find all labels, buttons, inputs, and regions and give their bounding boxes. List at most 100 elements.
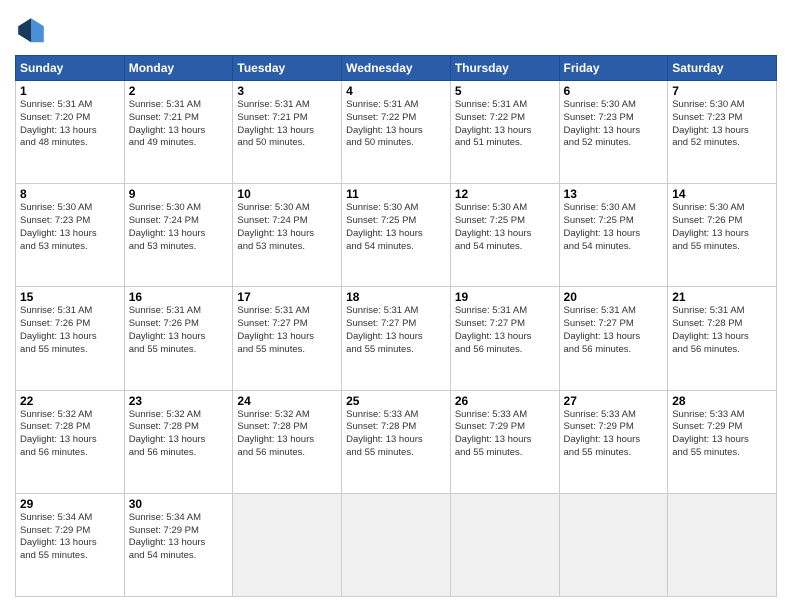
day-info: Sunrise: 5:31 AM Sunset: 7:20 PM Dayligh…	[20, 99, 120, 150]
day-info: Sunrise: 5:31 AM Sunset: 7:22 PM Dayligh…	[455, 99, 555, 150]
day-info: Sunrise: 5:30 AM Sunset: 7:23 PM Dayligh…	[672, 99, 772, 150]
day-info: Sunrise: 5:33 AM Sunset: 7:29 PM Dayligh…	[564, 409, 664, 460]
calendar-week-4: 22Sunrise: 5:32 AM Sunset: 7:28 PM Dayli…	[16, 390, 777, 493]
day-number: 6	[564, 84, 664, 98]
day-info: Sunrise: 5:30 AM Sunset: 7:24 PM Dayligh…	[129, 202, 229, 253]
day-info: Sunrise: 5:34 AM Sunset: 7:29 PM Dayligh…	[129, 512, 229, 563]
calendar-header-wednesday: Wednesday	[342, 56, 451, 81]
calendar-cell: 6Sunrise: 5:30 AM Sunset: 7:23 PM Daylig…	[559, 81, 668, 184]
day-info: Sunrise: 5:31 AM Sunset: 7:26 PM Dayligh…	[129, 305, 229, 356]
header	[15, 15, 777, 47]
day-number: 23	[129, 394, 229, 408]
day-info: Sunrise: 5:31 AM Sunset: 7:22 PM Dayligh…	[346, 99, 446, 150]
day-number: 7	[672, 84, 772, 98]
calendar-header-saturday: Saturday	[668, 56, 777, 81]
day-info: Sunrise: 5:32 AM Sunset: 7:28 PM Dayligh…	[129, 409, 229, 460]
day-number: 18	[346, 290, 446, 304]
calendar-cell: 21Sunrise: 5:31 AM Sunset: 7:28 PM Dayli…	[668, 287, 777, 390]
day-number: 17	[237, 290, 337, 304]
day-number: 14	[672, 187, 772, 201]
day-number: 12	[455, 187, 555, 201]
calendar-cell: 11Sunrise: 5:30 AM Sunset: 7:25 PM Dayli…	[342, 184, 451, 287]
calendar-cell: 30Sunrise: 5:34 AM Sunset: 7:29 PM Dayli…	[124, 493, 233, 596]
calendar-cell: 20Sunrise: 5:31 AM Sunset: 7:27 PM Dayli…	[559, 287, 668, 390]
calendar-cell: 1Sunrise: 5:31 AM Sunset: 7:20 PM Daylig…	[16, 81, 125, 184]
calendar-cell: 18Sunrise: 5:31 AM Sunset: 7:27 PM Dayli…	[342, 287, 451, 390]
day-number: 27	[564, 394, 664, 408]
day-number: 1	[20, 84, 120, 98]
day-number: 26	[455, 394, 555, 408]
day-info: Sunrise: 5:31 AM Sunset: 7:27 PM Dayligh…	[564, 305, 664, 356]
day-info: Sunrise: 5:31 AM Sunset: 7:21 PM Dayligh…	[129, 99, 229, 150]
calendar-week-2: 8Sunrise: 5:30 AM Sunset: 7:23 PM Daylig…	[16, 184, 777, 287]
calendar-cell: 3Sunrise: 5:31 AM Sunset: 7:21 PM Daylig…	[233, 81, 342, 184]
calendar-cell: 12Sunrise: 5:30 AM Sunset: 7:25 PM Dayli…	[450, 184, 559, 287]
day-info: Sunrise: 5:30 AM Sunset: 7:25 PM Dayligh…	[455, 202, 555, 253]
calendar-cell: 26Sunrise: 5:33 AM Sunset: 7:29 PM Dayli…	[450, 390, 559, 493]
day-info: Sunrise: 5:30 AM Sunset: 7:23 PM Dayligh…	[20, 202, 120, 253]
day-info: Sunrise: 5:33 AM Sunset: 7:29 PM Dayligh…	[455, 409, 555, 460]
day-number: 5	[455, 84, 555, 98]
calendar-header-row: SundayMondayTuesdayWednesdayThursdayFrid…	[16, 56, 777, 81]
calendar-table: SundayMondayTuesdayWednesdayThursdayFrid…	[15, 55, 777, 597]
day-info: Sunrise: 5:30 AM Sunset: 7:26 PM Dayligh…	[672, 202, 772, 253]
day-number: 3	[237, 84, 337, 98]
day-info: Sunrise: 5:30 AM Sunset: 7:24 PM Dayligh…	[237, 202, 337, 253]
calendar-cell: 10Sunrise: 5:30 AM Sunset: 7:24 PM Dayli…	[233, 184, 342, 287]
calendar-cell: 27Sunrise: 5:33 AM Sunset: 7:29 PM Dayli…	[559, 390, 668, 493]
day-info: Sunrise: 5:30 AM Sunset: 7:23 PM Dayligh…	[564, 99, 664, 150]
calendar-cell: 28Sunrise: 5:33 AM Sunset: 7:29 PM Dayli…	[668, 390, 777, 493]
day-number: 29	[20, 497, 120, 511]
page: SundayMondayTuesdayWednesdayThursdayFrid…	[0, 0, 792, 612]
day-info: Sunrise: 5:32 AM Sunset: 7:28 PM Dayligh…	[20, 409, 120, 460]
day-info: Sunrise: 5:34 AM Sunset: 7:29 PM Dayligh…	[20, 512, 120, 563]
calendar-cell	[668, 493, 777, 596]
day-number: 19	[455, 290, 555, 304]
calendar-cell: 2Sunrise: 5:31 AM Sunset: 7:21 PM Daylig…	[124, 81, 233, 184]
day-number: 15	[20, 290, 120, 304]
logo	[15, 15, 51, 47]
calendar-cell: 9Sunrise: 5:30 AM Sunset: 7:24 PM Daylig…	[124, 184, 233, 287]
day-info: Sunrise: 5:31 AM Sunset: 7:27 PM Dayligh…	[237, 305, 337, 356]
calendar-cell: 14Sunrise: 5:30 AM Sunset: 7:26 PM Dayli…	[668, 184, 777, 287]
calendar-header-sunday: Sunday	[16, 56, 125, 81]
calendar-cell: 25Sunrise: 5:33 AM Sunset: 7:28 PM Dayli…	[342, 390, 451, 493]
calendar-cell: 23Sunrise: 5:32 AM Sunset: 7:28 PM Dayli…	[124, 390, 233, 493]
calendar-cell: 8Sunrise: 5:30 AM Sunset: 7:23 PM Daylig…	[16, 184, 125, 287]
day-number: 30	[129, 497, 229, 511]
calendar-week-1: 1Sunrise: 5:31 AM Sunset: 7:20 PM Daylig…	[16, 81, 777, 184]
calendar-header-tuesday: Tuesday	[233, 56, 342, 81]
calendar-cell: 4Sunrise: 5:31 AM Sunset: 7:22 PM Daylig…	[342, 81, 451, 184]
day-number: 10	[237, 187, 337, 201]
day-info: Sunrise: 5:31 AM Sunset: 7:21 PM Dayligh…	[237, 99, 337, 150]
day-number: 9	[129, 187, 229, 201]
day-number: 8	[20, 187, 120, 201]
day-info: Sunrise: 5:32 AM Sunset: 7:28 PM Dayligh…	[237, 409, 337, 460]
day-number: 2	[129, 84, 229, 98]
calendar-cell: 15Sunrise: 5:31 AM Sunset: 7:26 PM Dayli…	[16, 287, 125, 390]
day-info: Sunrise: 5:30 AM Sunset: 7:25 PM Dayligh…	[564, 202, 664, 253]
day-info: Sunrise: 5:30 AM Sunset: 7:25 PM Dayligh…	[346, 202, 446, 253]
calendar-cell	[450, 493, 559, 596]
calendar-cell: 7Sunrise: 5:30 AM Sunset: 7:23 PM Daylig…	[668, 81, 777, 184]
day-info: Sunrise: 5:33 AM Sunset: 7:29 PM Dayligh…	[672, 409, 772, 460]
calendar-header-monday: Monday	[124, 56, 233, 81]
calendar-header-friday: Friday	[559, 56, 668, 81]
calendar-header-thursday: Thursday	[450, 56, 559, 81]
day-number: 16	[129, 290, 229, 304]
calendar-cell: 5Sunrise: 5:31 AM Sunset: 7:22 PM Daylig…	[450, 81, 559, 184]
calendar-cell	[233, 493, 342, 596]
calendar-week-5: 29Sunrise: 5:34 AM Sunset: 7:29 PM Dayli…	[16, 493, 777, 596]
day-number: 11	[346, 187, 446, 201]
logo-icon	[15, 15, 47, 47]
calendar-cell: 19Sunrise: 5:31 AM Sunset: 7:27 PM Dayli…	[450, 287, 559, 390]
day-info: Sunrise: 5:31 AM Sunset: 7:26 PM Dayligh…	[20, 305, 120, 356]
day-number: 25	[346, 394, 446, 408]
day-info: Sunrise: 5:31 AM Sunset: 7:27 PM Dayligh…	[455, 305, 555, 356]
calendar-cell: 29Sunrise: 5:34 AM Sunset: 7:29 PM Dayli…	[16, 493, 125, 596]
day-number: 20	[564, 290, 664, 304]
calendar-week-3: 15Sunrise: 5:31 AM Sunset: 7:26 PM Dayli…	[16, 287, 777, 390]
day-number: 22	[20, 394, 120, 408]
calendar-cell: 22Sunrise: 5:32 AM Sunset: 7:28 PM Dayli…	[16, 390, 125, 493]
day-number: 13	[564, 187, 664, 201]
